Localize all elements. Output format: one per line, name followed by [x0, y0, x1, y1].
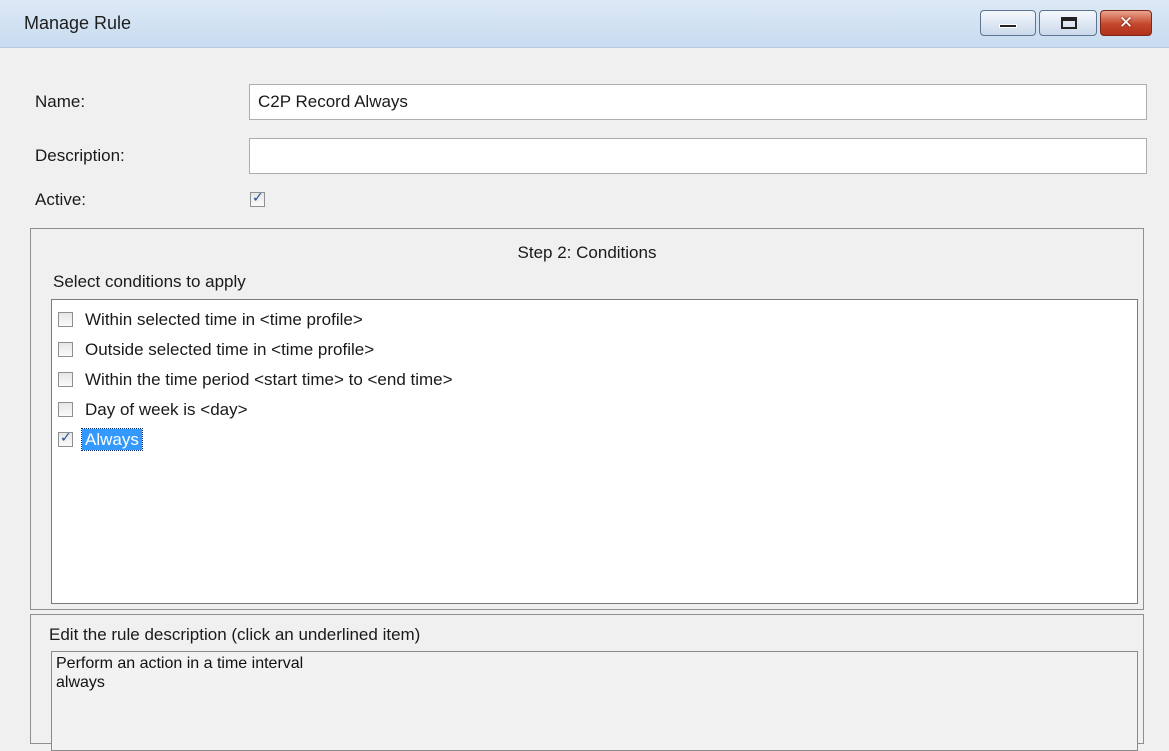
condition-checkbox[interactable] [58, 342, 73, 357]
condition-label: Within selected time in <time profile> [85, 310, 363, 329]
description-label: Description: [35, 146, 125, 165]
name-field[interactable]: C2P Record Always [249, 84, 1147, 120]
maximize-button[interactable] [1039, 10, 1097, 36]
rule-description-area[interactable]: Perform an action in a time interval alw… [51, 651, 1138, 751]
condition-checkbox[interactable] [58, 312, 73, 327]
title-bar: Manage Rule ✕ [0, 0, 1169, 48]
rule-description-title: Edit the rule description (click an unde… [49, 625, 421, 644]
active-checkbox[interactable]: ✓ [250, 190, 265, 207]
description-field[interactable] [249, 138, 1147, 174]
condition-checkbox[interactable] [58, 402, 73, 417]
condition-checkbox[interactable] [58, 372, 73, 387]
rule-description-line[interactable]: always [56, 673, 1133, 692]
rule-description-group: Edit the rule description (click an unde… [30, 614, 1144, 751]
condition-checkbox[interactable]: ✓ [58, 430, 73, 447]
condition-label: Within the time period <start time> to <… [85, 370, 453, 389]
checkmark-icon: ✓ [252, 190, 264, 206]
rule-description-line: Perform an action in a time interval [56, 655, 304, 672]
conditions-group: Step 2: Conditions Select conditions to … [30, 228, 1144, 610]
minimize-icon [999, 24, 1017, 28]
select-conditions-label: Select conditions to apply [53, 272, 246, 291]
maximize-icon [1061, 17, 1077, 29]
condition-label: Day of week is <day> [85, 400, 248, 419]
close-button[interactable]: ✕ [1100, 10, 1152, 36]
window-title: Manage Rule [24, 13, 132, 33]
condition-label: Outside selected time in <time profile> [85, 340, 375, 359]
conditions-list[interactable]: Within selected time in <time profile> O… [51, 299, 1138, 604]
condition-label: Always [81, 428, 143, 451]
conditions-group-title: Step 2: Conditions [517, 243, 657, 262]
close-icon: ✕ [1118, 13, 1134, 33]
minimize-button[interactable] [980, 10, 1036, 36]
name-label: Name: [35, 92, 86, 111]
active-label: Active: [35, 190, 87, 209]
checkmark-icon: ✓ [60, 430, 72, 446]
